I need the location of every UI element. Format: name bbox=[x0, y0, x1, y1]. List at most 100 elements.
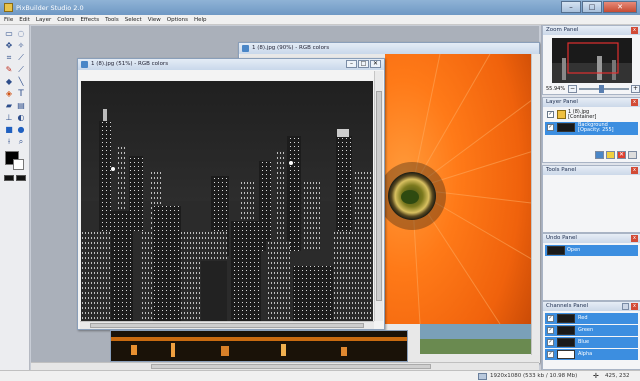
rect-select-icon[interactable]: ▭ bbox=[4, 29, 14, 39]
channel-thumbnail bbox=[557, 338, 575, 347]
eyedropper-icon[interactable]: ⟊ bbox=[4, 137, 14, 147]
document-front-vscroll[interactable] bbox=[374, 71, 383, 321]
tools-panel-close-button[interactable]: x bbox=[631, 167, 638, 174]
zoom-panel: Zoom Panel x 55.94% − + bbox=[542, 25, 640, 95]
document-title-back: 1 (8).jpg (90%) - RGB colors bbox=[239, 43, 539, 54]
document-back-vscroll[interactable] bbox=[531, 54, 540, 355]
layer-visibility-checkbox[interactable]: ✓ bbox=[547, 111, 554, 118]
channels-option-icon[interactable] bbox=[622, 303, 629, 310]
layer-row-selected[interactable]: ✓ Background [Opacity: 255] bbox=[545, 122, 638, 135]
blur-icon[interactable]: ◐ bbox=[16, 113, 26, 123]
delete-layer-icon[interactable]: ✕ bbox=[617, 151, 626, 159]
menu-edit[interactable]: Edit bbox=[19, 17, 30, 23]
new-group-icon[interactable] bbox=[595, 151, 604, 159]
rect-shape-icon[interactable]: ■ bbox=[4, 125, 14, 135]
undo-panel-title: Undo Panel x bbox=[543, 234, 640, 243]
eraser-icon[interactable]: ▰ bbox=[4, 101, 14, 111]
slice-icon[interactable]: ⟋ bbox=[16, 53, 26, 63]
brush-icon[interactable]: ⟋ bbox=[16, 65, 26, 75]
color-mode-buttons bbox=[4, 175, 26, 181]
pencil-icon[interactable]: ✎ bbox=[4, 65, 14, 75]
menu-file[interactable]: File bbox=[4, 17, 13, 23]
menu-options[interactable]: Options bbox=[167, 17, 188, 23]
reflection-image bbox=[111, 331, 407, 361]
undo-panel: Undo Panel x Open bbox=[542, 233, 640, 301]
magic-wand-icon[interactable]: ✧ bbox=[16, 41, 26, 51]
menu-layer[interactable]: Layer bbox=[36, 17, 51, 23]
clone-stamp-icon[interactable]: ⊥ bbox=[4, 113, 14, 123]
toolbox: ▭ ◌ ✥ ✧ ⌗ ⟋ ✎ ⟋ ◆ ╲ ◈ T ▰ ▤ ⊥ ◐ ■ ● ⟊ ⌕ bbox=[0, 25, 30, 370]
channels-panel-close-button[interactable]: x bbox=[631, 303, 638, 310]
maximize-button[interactable]: □ bbox=[582, 1, 602, 13]
menu-help[interactable]: Help bbox=[194, 17, 207, 23]
doc-minimize-button[interactable]: – bbox=[346, 60, 357, 68]
layer-panel-close-button[interactable]: x bbox=[631, 99, 638, 106]
document-window-front[interactable]: 1 (8).jpg (51%) - RGB colors – □ ✕ bbox=[77, 58, 385, 330]
app-logo-icon bbox=[4, 3, 13, 12]
menu-bar: File Edit Layer Colors Effects Tools Sel… bbox=[0, 15, 640, 25]
layer-panel-title: Layer Panel x bbox=[543, 98, 640, 107]
doc-close-button[interactable]: ✕ bbox=[370, 60, 381, 68]
minimize-button[interactable]: – bbox=[561, 1, 581, 13]
channel-row[interactable]: ✓ Red bbox=[545, 313, 638, 324]
gradient-icon[interactable]: ▤ bbox=[16, 101, 26, 111]
channel-thumbnail bbox=[557, 350, 575, 359]
tools-panel: Tools Panel x bbox=[542, 165, 640, 233]
menu-colors[interactable]: Colors bbox=[57, 17, 74, 23]
workspace-hscroll[interactable] bbox=[31, 362, 539, 370]
menu-tools[interactable]: Tools bbox=[105, 17, 119, 23]
panel-area: Zoom Panel x 55.94% − + Layer Panel x ✓ … bbox=[541, 25, 640, 370]
zoom-slider-handle[interactable] bbox=[599, 85, 604, 93]
document-front-hscroll[interactable] bbox=[80, 321, 374, 329]
layer-visibility-checkbox[interactable]: ✓ bbox=[547, 124, 554, 131]
hscroll-thumb[interactable] bbox=[90, 323, 364, 328]
undo-panel-close-button[interactable]: x bbox=[631, 235, 638, 242]
channel-row[interactable]: ✓ Blue bbox=[545, 337, 638, 348]
window-controls: – □ ✕ bbox=[561, 1, 637, 13]
zoom-slider[interactable] bbox=[579, 85, 629, 93]
move-icon[interactable]: ✥ bbox=[4, 41, 14, 51]
doc-maximize-button[interactable]: □ bbox=[358, 60, 369, 68]
channel-visibility-checkbox[interactable]: ✓ bbox=[547, 351, 554, 358]
menu-effects[interactable]: Effects bbox=[80, 17, 99, 23]
channel-visibility-checkbox[interactable]: ✓ bbox=[547, 315, 554, 322]
fill-icon[interactable]: ◈ bbox=[4, 89, 14, 99]
channel-visibility-checkbox[interactable]: ✓ bbox=[547, 327, 554, 334]
zoom-in-button[interactable]: + bbox=[631, 85, 640, 93]
zoom-out-button[interactable]: − bbox=[568, 85, 577, 93]
channels-panel-title: Channels Panel x bbox=[543, 302, 640, 311]
document-icon bbox=[81, 61, 88, 68]
layer-info: [Container] bbox=[568, 114, 597, 120]
channel-row[interactable]: ✓ Alpha bbox=[545, 349, 638, 360]
document-window-third[interactable] bbox=[110, 330, 408, 362]
folder-icon bbox=[557, 110, 566, 119]
crop-icon[interactable]: ⌗ bbox=[4, 53, 14, 63]
channel-thumbnail bbox=[557, 326, 575, 335]
layer-info: [Opacity: 255] bbox=[578, 127, 614, 133]
undo-item[interactable]: Open bbox=[545, 245, 638, 256]
text-icon[interactable]: T bbox=[16, 89, 26, 99]
menu-view[interactable]: View bbox=[148, 17, 161, 23]
zoom-icon[interactable]: ⌕ bbox=[16, 137, 26, 147]
image-size-icon bbox=[478, 373, 487, 380]
new-layer-icon[interactable] bbox=[606, 151, 615, 159]
menu-select[interactable]: Select bbox=[125, 17, 142, 23]
zoom-panel-close-button[interactable]: x bbox=[631, 27, 638, 34]
city-image bbox=[81, 81, 373, 323]
channel-row[interactable]: ✓ Green bbox=[545, 325, 638, 336]
layer-thumbnail bbox=[557, 123, 575, 132]
default-colors-icon[interactable] bbox=[4, 175, 14, 181]
swap-colors-icon[interactable] bbox=[16, 175, 26, 181]
workspace-hscroll-thumb[interactable] bbox=[151, 364, 431, 369]
fill-bucket-icon[interactable]: ◆ bbox=[4, 77, 14, 87]
close-button[interactable]: ✕ bbox=[603, 1, 637, 13]
background-color-swatch[interactable] bbox=[13, 159, 24, 170]
line-icon[interactable]: ╲ bbox=[16, 77, 26, 87]
zoom-panel-title: Zoom Panel x bbox=[543, 26, 640, 35]
vscroll-thumb[interactable] bbox=[376, 91, 382, 301]
channel-visibility-checkbox[interactable]: ✓ bbox=[547, 339, 554, 346]
ellipse-shape-icon[interactable]: ● bbox=[16, 125, 26, 135]
layer-properties-icon[interactable] bbox=[628, 151, 637, 159]
layer-row[interactable]: ✓ 1 (8).jpg [Container] bbox=[545, 109, 638, 120]
lasso-icon[interactable]: ◌ bbox=[16, 29, 26, 39]
